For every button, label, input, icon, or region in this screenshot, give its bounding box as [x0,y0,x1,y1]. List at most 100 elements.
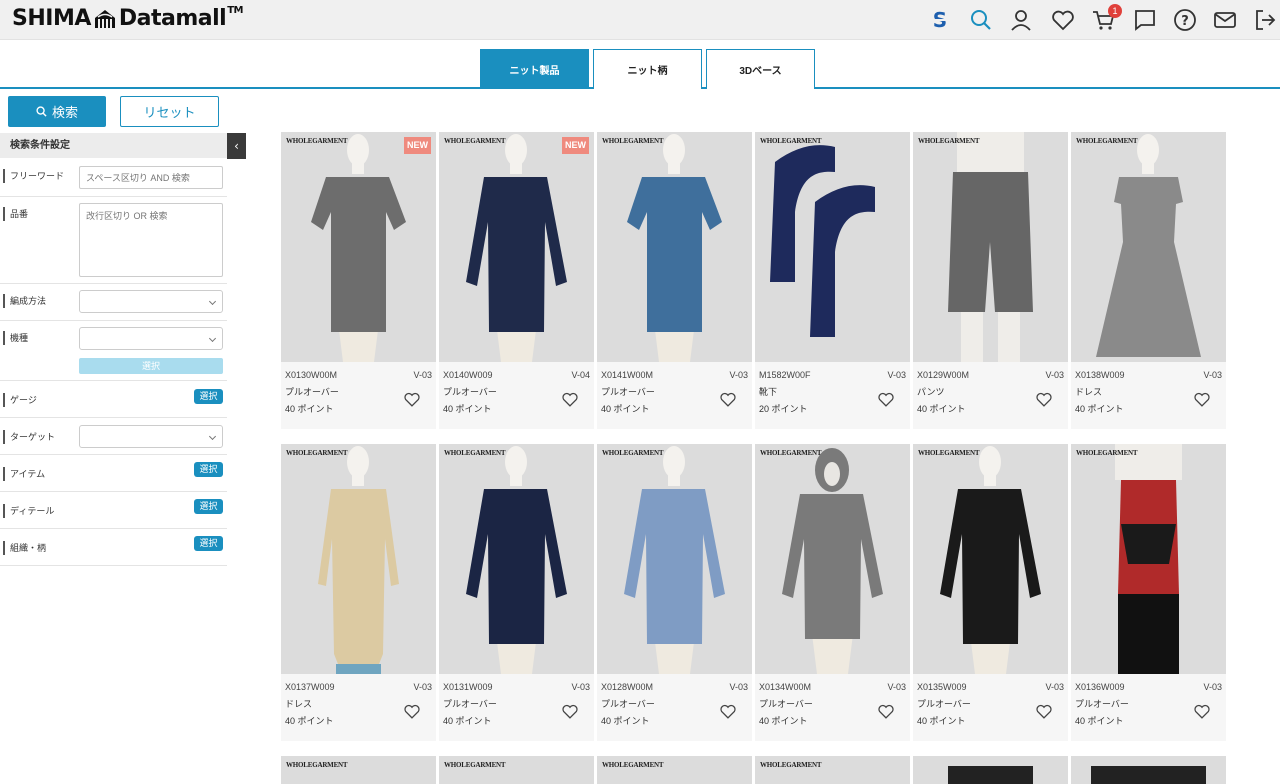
product-card[interactable]: WHOLEGARMENT M1582W00F V-03 靴下 20 ポイント [755,132,910,429]
product-card[interactable] [913,756,1068,784]
knit-method-select[interactable] [79,290,223,313]
product-points: 40 ポイント [443,404,492,414]
product-image[interactable]: WHOLEGARMENT [281,756,436,784]
house-logo-icon [94,9,115,28]
favorite-heart-icon[interactable] [1051,8,1075,32]
product-image[interactable]: WHOLEGARMENT [281,444,436,674]
wholegarment-mark: WHOLEGARMENT [444,761,506,769]
search-icon [36,106,47,117]
chat-icon[interactable] [1133,8,1157,32]
product-image[interactable]: WHOLEGARMENT [439,444,594,674]
machine-select[interactable] [79,327,223,350]
wholegarment-mark: WHOLEGARMENT [760,761,822,769]
product-image[interactable]: WHOLEGARMENT [1071,132,1226,362]
product-image[interactable] [913,756,1068,784]
product-code: X0136W009 [1075,682,1125,692]
product-points: 40 ポイント [1075,716,1124,726]
product-name: プルオーバー [285,387,339,397]
tab-knit-patterns[interactable]: ニット柄 [593,49,702,89]
wholegarment-mark: WHOLEGARMENT [602,137,664,145]
product-image[interactable]: WHOLEGARMENT [913,444,1068,674]
product-image[interactable]: WHOLEGARMENT [597,132,752,362]
mail-icon[interactable] [1213,8,1237,32]
cart-icon[interactable]: 1 [1092,4,1122,32]
product-card[interactable]: WHOLEGARMENT NEW X0130W00M V-03 プルオーバー 40 ポイン… [281,132,436,429]
knit-method-label: 編成方法 [3,294,46,308]
filter-detail: ディテール 選択 [0,492,227,529]
logout-icon[interactable] [1253,8,1277,32]
product-image[interactable]: WHOLEGARMENT NEW [281,132,436,362]
product-image[interactable]: WHOLEGARMENT [1071,444,1226,674]
reset-button[interactable]: リセット [120,96,219,127]
tab-knit-products[interactable]: ニット製品 [480,49,589,89]
product-card[interactable]: WHOLEGARMENT X0128W00M V-03 プルオーバー 40 ポイント [597,444,752,741]
help-icon[interactable]: ? [1173,8,1197,32]
product-image[interactable]: WHOLEGARMENT [597,444,752,674]
favorite-heart-icon[interactable] [877,703,895,720]
user-icon[interactable] [1009,8,1033,32]
logo-tm: TM [227,5,243,16]
product-code: M1582W00F [759,370,811,380]
item-select-button[interactable]: 選択 [194,462,223,477]
shima-s-icon[interactable]: S [928,8,952,32]
product-card[interactable]: WHOLEGARMENT X0129W00M V-03 パンツ 40 ポイント [913,132,1068,429]
favorite-heart-icon[interactable] [719,703,737,720]
tab-3d-base[interactable]: 3Dベース [706,49,815,89]
favorite-heart-icon[interactable] [561,391,579,408]
item-number-input[interactable] [79,203,223,277]
search-icon[interactable] [969,8,993,32]
product-card[interactable] [1071,756,1226,784]
favorite-heart-icon[interactable] [1035,703,1053,720]
product-code: X0130W00M [285,370,338,380]
search-conditions-title: 検索条件設定 [0,133,227,158]
free-word-input[interactable] [79,166,223,189]
item-number-label: 品番 [3,207,28,221]
favorite-heart-icon[interactable] [877,391,895,408]
product-card[interactable]: WHOLEGARMENT [597,756,752,784]
product-image[interactable]: WHOLEGARMENT [439,756,594,784]
favorite-heart-icon[interactable] [561,703,579,720]
product-card[interactable]: WHOLEGARMENT NEW X0140W009 V-04 プルオーバー 40 ポイン… [439,132,594,429]
product-card[interactable]: WHOLEGARMENT X0134W00M V-03 プルオーバー 40 ポイント [755,444,910,741]
product-card[interactable]: WHOLEGARMENT X0131W009 V-03 プルオーバー 40 ポイント [439,444,594,741]
product-version: V-04 [571,370,590,380]
detail-select-button[interactable]: 選択 [194,499,223,514]
filter-item: アイテム 選択 [0,455,227,492]
product-card[interactable]: WHOLEGARMENT X0136W009 V-03 プルオーバー 40 ポイント [1071,444,1226,741]
product-image[interactable] [1071,756,1226,784]
filter-structure-pattern: 組織・柄 選択 [0,529,227,566]
target-select[interactable] [79,425,223,448]
product-image[interactable]: WHOLEGARMENT [755,132,910,362]
gauge-select-button[interactable]: 選択 [194,389,223,404]
shima-datamall-logo[interactable]: SHIMA Datamall TM [12,5,243,31]
product-version: V-03 [729,370,748,380]
favorite-heart-icon[interactable] [719,391,737,408]
product-code: X0134W00M [759,682,812,692]
structure-select-button[interactable]: 選択 [194,536,223,551]
top-bar: SHIMA Datamall TM S 1 ? [0,0,1280,40]
favorite-heart-icon[interactable] [1193,391,1211,408]
favorite-heart-icon[interactable] [403,391,421,408]
product-card[interactable]: WHOLEGARMENT X0141W00M V-03 プルオーバー 40 ポイント [597,132,752,429]
search-button[interactable]: 検索 [8,96,106,127]
product-card[interactable]: WHOLEGARMENT [281,756,436,784]
product-name: ドレス [285,699,313,709]
collapse-sidebar-chevron-icon[interactable]: ‹ [227,133,246,159]
product-image[interactable]: WHOLEGARMENT [597,756,752,784]
product-image[interactable]: WHOLEGARMENT [913,132,1068,362]
machine-select-button[interactable]: 選択 [79,358,223,374]
filter-gauge: ゲージ 選択 [0,381,227,418]
product-card[interactable]: WHOLEGARMENT [439,756,594,784]
product-card[interactable]: WHOLEGARMENT [755,756,910,784]
wholegarment-mark: WHOLEGARMENT [286,137,348,145]
product-image[interactable]: WHOLEGARMENT [755,756,910,784]
favorite-heart-icon[interactable] [1035,391,1053,408]
product-card[interactable]: WHOLEGARMENT X0137W009 V-03 ドレス 40 ポイント [281,444,436,741]
product-card[interactable]: WHOLEGARMENT X0138W009 V-03 ドレス 40 ポイント [1071,132,1226,429]
favorite-heart-icon[interactable] [1193,703,1211,720]
favorite-heart-icon[interactable] [403,703,421,720]
product-card[interactable]: WHOLEGARMENT X0135W009 V-03 プルオーバー 40 ポイント [913,444,1068,741]
product-version: V-03 [1203,682,1222,692]
product-image[interactable]: WHOLEGARMENT [755,444,910,674]
product-image[interactable]: WHOLEGARMENT NEW [439,132,594,362]
